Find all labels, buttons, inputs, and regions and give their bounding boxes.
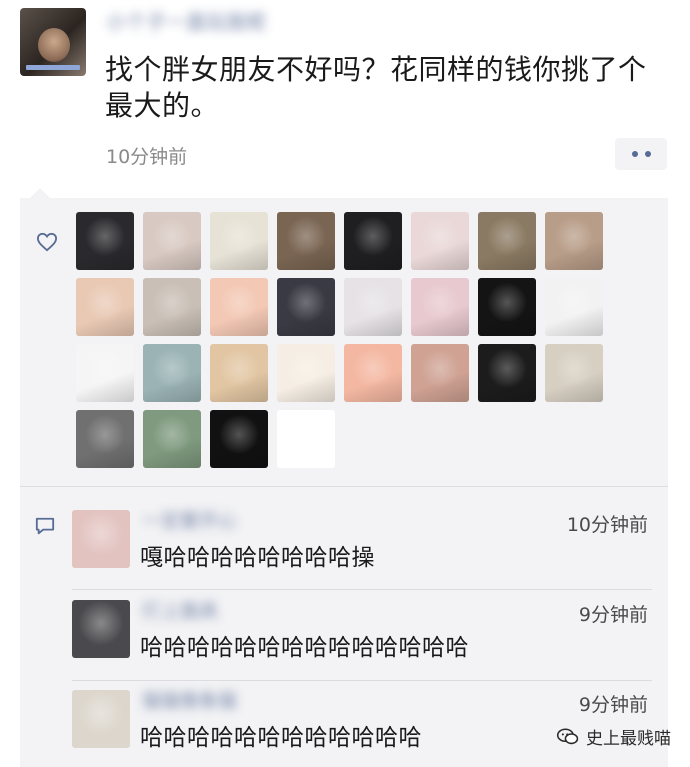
liker-avatar[interactable] (411, 278, 469, 336)
liker-avatar[interactable] (277, 278, 335, 336)
liker-avatar[interactable] (76, 278, 134, 336)
liker-avatar[interactable] (143, 344, 201, 402)
heart-icon (36, 232, 58, 252)
liker-avatar[interactable] (210, 410, 268, 468)
liker-avatar[interactable] (411, 344, 469, 402)
comment-text: 哈哈哈哈哈哈哈哈哈哈哈哈哈哈 (140, 635, 469, 661)
liker-avatar[interactable] (277, 410, 335, 468)
avatar-face (38, 28, 70, 62)
commenter-avatar[interactable] (72, 600, 130, 658)
liker-avatar[interactable] (344, 278, 402, 336)
more-actions-button[interactable] (615, 138, 667, 170)
panel-pointer (30, 188, 50, 198)
liker-avatar[interactable] (545, 278, 603, 336)
liker-avatar[interactable] (210, 212, 268, 270)
liker-avatar[interactable] (143, 278, 201, 336)
post-text: 找个胖女朋友不好吗？花同样的钱你挑了个最大的。 (105, 53, 647, 122)
liker-avatar[interactable] (143, 410, 201, 468)
liker-avatar[interactable] (411, 212, 469, 270)
liker-avatar[interactable] (478, 278, 536, 336)
post-author-avatar[interactable] (20, 8, 86, 76)
wechat-icon (556, 728, 579, 744)
commenter-avatar[interactable] (72, 690, 130, 748)
comment-time: 9分钟前 (578, 604, 648, 626)
liker-avatar[interactable] (478, 344, 536, 402)
comment-text: 哈哈哈哈哈哈哈哈哈哈哈哈 (140, 725, 422, 751)
commenter-name[interactable]: 猫猫像象猫 (142, 688, 312, 714)
watermark: 史上最贱喵 (556, 724, 671, 749)
liker-avatar[interactable] (478, 212, 536, 270)
liker-avatar[interactable] (277, 344, 335, 402)
liker-avatar[interactable] (344, 344, 402, 402)
commenter-avatar[interactable] (72, 510, 130, 568)
liker-avatar[interactable] (545, 344, 603, 402)
liker-avatar[interactable] (277, 212, 335, 270)
liker-avatar[interactable] (210, 278, 268, 336)
comment-time: 9分钟前 (578, 694, 648, 716)
commenter-name[interactable]: 一定要开心 (142, 508, 312, 534)
liker-avatar[interactable] (76, 344, 134, 402)
avatar-strip (26, 65, 80, 70)
comment-text: 嘎哈哈哈哈哈哈哈哈操 (140, 545, 375, 571)
liker-avatar[interactable] (545, 212, 603, 270)
post-author-name[interactable]: 小个子一直玩我呢 (106, 8, 306, 36)
more-dot-icon (631, 151, 638, 157)
comment-divider (72, 589, 652, 590)
panel-divider (20, 486, 668, 487)
comment-icon (35, 517, 55, 535)
liker-avatar[interactable] (210, 344, 268, 402)
liker-avatar[interactable] (344, 212, 402, 270)
commenter-name[interactable]: 打上面具 (142, 598, 312, 624)
comment-divider (72, 680, 652, 681)
liker-avatar[interactable] (76, 212, 134, 270)
likes-avatar-grid (76, 212, 616, 468)
watermark-text: 史上最贱喵 (586, 729, 671, 749)
comment-time: 10分钟前 (566, 514, 648, 536)
liker-avatar[interactable] (143, 212, 201, 270)
liker-avatar[interactable] (76, 410, 134, 468)
post-time: 10分钟前 (106, 146, 188, 168)
more-dot-icon (644, 151, 651, 157)
